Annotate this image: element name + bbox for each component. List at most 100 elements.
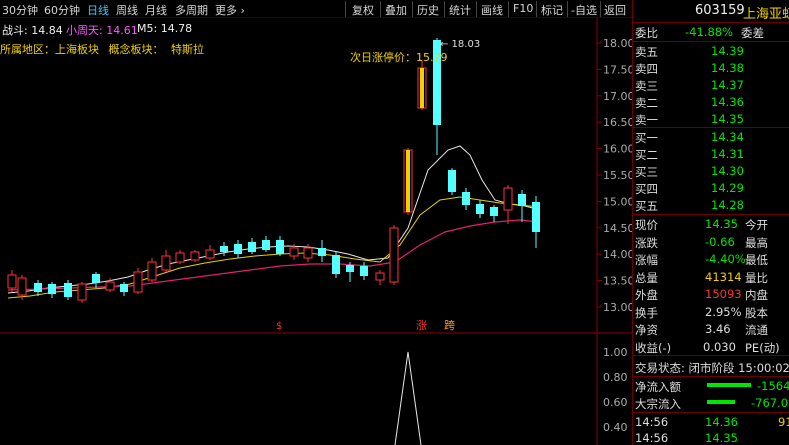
candle-body [518,194,526,206]
candle-body [220,246,228,252]
limit-up-candle-fill [420,68,424,108]
flow-bar [707,383,751,387]
tick-time: 14:56 [635,415,669,429]
buy-price: 14.34 [711,130,744,144]
candle-body [462,192,470,205]
stat-label: 涨跌 [635,235,658,250]
weibi-row: 委比 -41.88% 委差 [633,24,789,40]
sell-price: 14.37 [711,78,744,92]
stat-label: 换手 [635,305,658,320]
candle-body [360,266,368,276]
sell-row[interactable]: 卖二 14.36 [633,94,789,110]
trade-status: 交易状态: 闭市阶段 15:00:02 [633,359,789,375]
buy-price: 14.30 [711,164,744,178]
candle-body [276,240,284,254]
sell-price: 14.38 [711,61,744,75]
buy-row[interactable]: 买一 14.34 [633,129,789,145]
tick-price: 14.35 [705,431,738,445]
tick-row: 14:56 14.35 [633,430,789,445]
stat-row: 现价 14.35 今开 [633,216,789,232]
indicator-spike [394,351,422,445]
candle-body [262,240,270,250]
sell-row[interactable]: 卖四 14.38 [633,60,789,76]
stock-header: 603159 上海亚虹 [633,2,789,22]
sell-row[interactable]: 卖三 14.37 [633,77,789,93]
candle-body [289,247,299,257]
buy-label: 买三 [635,165,658,179]
marker-cross: 跨 [444,319,455,332]
stat-label-2: 最低 [745,253,768,267]
candle-body [120,284,128,292]
candle-body [532,202,540,232]
buy-price: 14.28 [711,198,744,212]
price-axis-label: 14.50 [603,222,632,235]
buy-row[interactable]: 买二 14.31 [633,146,789,162]
stat-label-2: 最高 [745,235,768,250]
sub-axis-label: 0.60 [603,396,628,409]
tick-volume: 91 [778,415,789,429]
stat-label: 外盘 [635,288,658,302]
flow-label: 大宗流入 [635,397,681,411]
buy-row[interactable]: 买三 14.30 [633,163,789,179]
sell-label: 卖三 [635,79,658,93]
limit-price-label: 次日涨停价：15.79 [350,50,448,64]
sell-row[interactable]: 卖五 14.39 [633,43,789,59]
divider [633,22,789,23]
sell-price: 14.36 [711,95,744,109]
price-axis-label: 15.50 [603,169,632,182]
candle-body [448,170,456,192]
stat-label-2: 今开 [745,218,768,232]
candle-body [161,255,171,271]
candle-body [190,251,200,261]
stat-label: 收益(-) [635,340,672,355]
buy-row[interactable]: 买四 14.29 [633,180,789,196]
stat-row: 外盘 15093 内盘 [633,286,789,302]
candle-body [303,247,313,259]
weibi-value: -41.88% [685,25,733,39]
sell-price: 14.39 [711,44,744,58]
buy-label: 买一 [635,131,658,145]
candle-body [318,248,326,256]
candle-body [332,255,340,274]
tick-row: 14:56 14.36 91 [633,414,789,430]
ma-line-white [7,145,541,294]
candle-body [234,244,242,254]
stat-value: -4.40% [705,252,746,266]
candle-body [77,283,87,301]
price-axis-label: 16.00 [603,143,632,156]
candle-body [92,274,100,283]
stat-row: 净资 3.46 流通 [633,321,789,337]
divider [633,355,789,356]
price-axis-label: 15.00 [603,195,632,208]
buy-price: 14.29 [711,181,744,195]
buy-price: 14.31 [711,147,744,161]
high-price-label: ← 18.03 [440,39,480,50]
sell-label: 卖四 [635,62,658,76]
sub-axis-label: 1.00 [603,346,628,359]
stat-value: 3.46 [705,322,731,336]
price-chart[interactable]: 18.00 17.50 17.00 16.50 16.00 15.50 15.00 14.50… [0,0,632,445]
tick-price: 14.36 [705,415,738,429]
stat-label-2: 内盘 [745,288,768,302]
sell-label: 卖二 [635,96,658,110]
buy-row[interactable]: 买五 14.28 [633,197,789,213]
stat-row: 总量 41314 量比 [633,269,789,285]
stat-value: 0.030 [703,339,736,354]
candle-body [248,242,256,252]
trade-status-label: 交易状态: 闭市阶段 15:00:02 [635,361,789,375]
candle-body [105,281,115,291]
sell-row[interactable]: 卖一 14.35 [633,111,789,127]
stat-label-2: 量比 [745,270,768,285]
sub-axis-label: 0.40 [603,421,628,434]
stat-value: 2.95% [705,304,742,319]
divider [633,41,789,42]
stat-label-2: PE(动) [745,340,780,355]
quote-panel: 603159 上海亚虹 委比 -41.88% 委差 卖五 14.39 卖四 14.38… [632,0,789,445]
stat-row: 换手 2.95% 股本 [633,304,789,320]
candlesticks [7,38,540,303]
price-axis-label: 13.50 [603,275,632,288]
candle-body [7,274,17,289]
stat-row: 涨跌 -0.66 最高 [633,234,789,250]
stat-value: 15093 [705,287,742,301]
price-axis-label: 13.00 [603,301,632,314]
